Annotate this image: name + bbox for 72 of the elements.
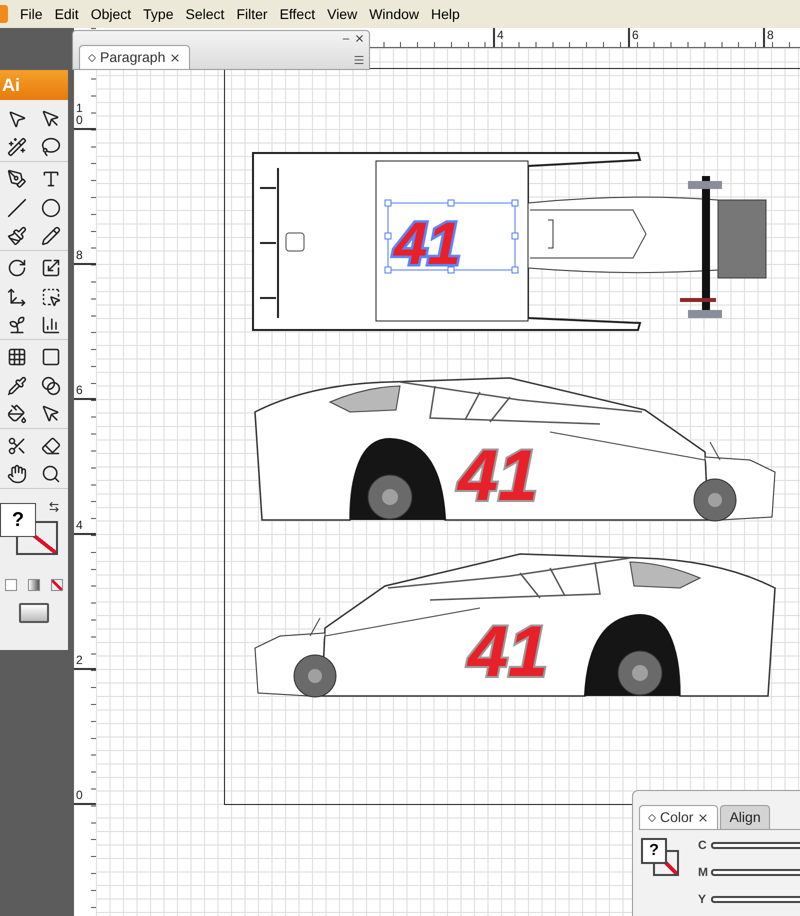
channel-label: Y <box>698 891 708 908</box>
close-icon[interactable] <box>169 52 182 64</box>
close-icon[interactable] <box>354 33 365 44</box>
panel-tab[interactable]: Paragraph <box>79 45 190 69</box>
ruler-label: 8 <box>766 28 774 42</box>
eyedropper-icon[interactable] <box>7 376 27 396</box>
ruler-label: 6 <box>631 28 639 42</box>
paint-bucket-icon[interactable] <box>7 404 27 424</box>
fill-stroke-swatches[interactable]: ? <box>0 503 58 555</box>
line-icon[interactable] <box>7 198 27 218</box>
channel-label: C <box>698 837 708 854</box>
ruler-label: 4 <box>496 28 504 42</box>
bar-graph-icon[interactable] <box>41 315 61 335</box>
menu-item[interactable]: Type <box>137 4 180 24</box>
swap-arrows-icon[interactable] <box>48 501 60 513</box>
mesh-icon[interactable] <box>7 346 27 366</box>
menu-item[interactable]: Help <box>425 4 466 24</box>
lasso-icon[interactable] <box>41 137 61 157</box>
type-icon[interactable] <box>41 168 61 188</box>
channel-label: M <box>698 864 708 881</box>
slider-track[interactable] <box>711 896 800 902</box>
selection-arrow-icon[interactable] <box>7 108 27 128</box>
panel-menu-icon[interactable] <box>353 54 365 66</box>
free-transform-icon[interactable] <box>41 286 61 306</box>
scissors-icon[interactable] <box>7 436 27 456</box>
car-number: 41 <box>394 210 461 277</box>
screen-mode-button[interactable] <box>19 603 49 623</box>
car-number: 41 <box>468 612 548 692</box>
tab-label: Align <box>729 808 761 827</box>
app-logo: Ai <box>0 70 68 100</box>
ruler-label: 10 <box>76 102 83 127</box>
menu-item[interactable]: View <box>321 4 364 24</box>
zoom-icon[interactable] <box>41 464 61 484</box>
rotate-icon[interactable] <box>7 258 27 278</box>
tab-label: Paragraph <box>100 48 166 67</box>
menu-item[interactable]: File <box>14 4 49 24</box>
slider-track[interactable] <box>711 868 800 876</box>
ruler-label: 2 <box>76 654 83 667</box>
pen-icon[interactable] <box>7 168 27 188</box>
none-mode-button[interactable] <box>50 579 63 591</box>
menu-item[interactable]: Object <box>84 4 138 24</box>
hand-icon[interactable] <box>7 464 27 484</box>
eraser-icon[interactable] <box>41 436 61 456</box>
menu-item[interactable]: Effect <box>274 4 322 24</box>
gradient-mode-button[interactable] <box>28 579 40 591</box>
menu-item[interactable]: Select <box>180 4 230 24</box>
paintbrush-icon[interactable] <box>7 226 27 246</box>
close-icon[interactable] <box>697 812 710 824</box>
menu-item[interactable]: Filter <box>230 4 274 24</box>
blend-icon[interactable] <box>41 376 61 396</box>
ruler-label: 0 <box>76 789 83 802</box>
ruler-label: 6 <box>76 384 83 397</box>
selection-box[interactable] <box>384 200 518 274</box>
direct-selection-arrow-icon[interactable] <box>41 108 61 128</box>
slider-track[interactable] <box>711 842 800 848</box>
menu-item[interactable]: Window <box>363 4 425 24</box>
fill-stroke-swatches[interactable]: ? <box>641 838 681 878</box>
ruler-label: 4 <box>76 519 83 532</box>
panel-tab[interactable]: Color <box>639 805 718 829</box>
color-mode-button[interactable] <box>5 579 18 591</box>
car-number: 41 <box>458 436 538 516</box>
ruler-label: 8 <box>76 249 83 262</box>
ellipse-icon[interactable] <box>41 198 61 218</box>
diamond-icon <box>88 54 96 62</box>
panel-tab[interactable]: Align <box>720 805 770 829</box>
magic-wand-icon[interactable] <box>7 137 27 157</box>
menu-item[interactable]: Edit <box>48 4 85 24</box>
pencil-icon[interactable] <box>41 226 61 246</box>
scale-icon[interactable] <box>41 258 61 278</box>
tab-label: Color <box>660 808 694 827</box>
diamond-icon <box>648 814 656 822</box>
app-icon <box>0 5 8 23</box>
